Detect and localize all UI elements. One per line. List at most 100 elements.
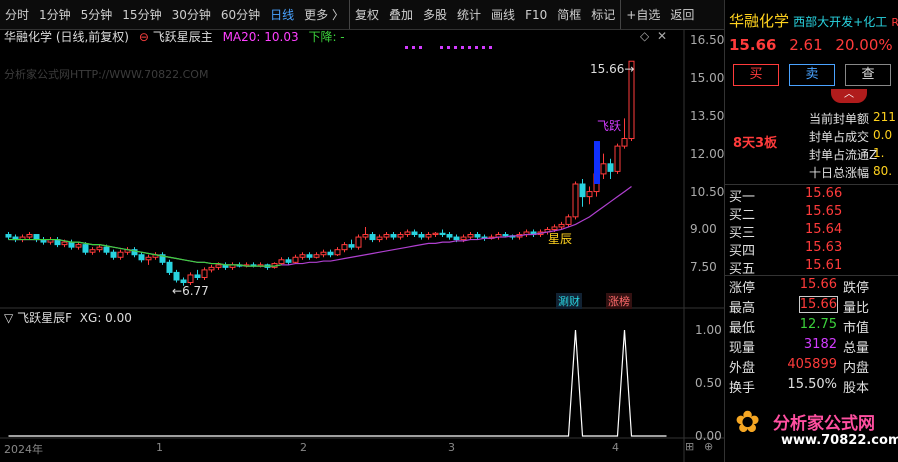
indicator-tick: 0.50 bbox=[695, 376, 722, 390]
toolbar-item-10[interactable]: 多股 bbox=[418, 0, 452, 29]
candle bbox=[565, 216, 572, 225]
toolbar-item-7[interactable]: 更多 〉 bbox=[299, 0, 349, 29]
kline-chart[interactable] bbox=[0, 30, 724, 462]
price-tick: 13.50 bbox=[690, 108, 725, 123]
stat-row: 最高 15.66 量比 bbox=[725, 296, 898, 316]
sell-button[interactable]: 卖 bbox=[789, 64, 835, 86]
stat-value: 3182 bbox=[803, 337, 837, 352]
chevron-down-icon[interactable]: ▽ bbox=[4, 311, 13, 325]
candle bbox=[390, 234, 397, 238]
candle bbox=[327, 251, 334, 256]
signal-dot bbox=[440, 46, 443, 49]
toolbar-item-8[interactable]: 复权 bbox=[348, 0, 384, 29]
candle bbox=[33, 234, 40, 241]
stat-value: 15.66 bbox=[799, 277, 837, 292]
stat-label-2: 内盘 bbox=[843, 361, 870, 376]
bid-row[interactable]: 买一 15.66 bbox=[725, 186, 898, 205]
bid-label: 买一 bbox=[729, 190, 756, 205]
toolbar-item-0[interactable]: 分时 bbox=[0, 0, 34, 29]
candle bbox=[68, 241, 75, 248]
seal-row: 当前封单额 211 bbox=[725, 110, 898, 129]
indicator-name[interactable]: 飞跃星辰主 bbox=[153, 30, 213, 44]
bid-label: 买四 bbox=[729, 244, 756, 259]
quote-line: 15.66 2.61 20.00% bbox=[729, 36, 898, 55]
toolbar-item-13[interactable]: F10 bbox=[520, 0, 552, 29]
sector-label[interactable]: 西部大开发+化工 bbox=[793, 15, 887, 29]
bid-row[interactable]: 买二 15.65 bbox=[725, 204, 898, 223]
candle bbox=[383, 234, 390, 238]
indicator-header: ▽ 飞跃星辰F XG: 0.00 bbox=[4, 309, 132, 326]
toolbar-item-15[interactable]: 标记 bbox=[586, 0, 620, 29]
bid-price: 15.66 bbox=[805, 186, 843, 201]
candle bbox=[460, 236, 467, 241]
stat-row: 最低 12.75 市值 bbox=[725, 317, 898, 336]
tag-left: 涮财 bbox=[556, 293, 582, 309]
toolbar-item-2[interactable]: 5分钟 bbox=[76, 0, 118, 29]
candle bbox=[278, 259, 285, 265]
close-icon[interactable]: ✕ bbox=[657, 29, 667, 43]
toolbar-item-16[interactable]: +自选 bbox=[620, 0, 665, 29]
signal-dot bbox=[482, 46, 485, 49]
period-toolbar: 分时 1分钟 5分钟 15分钟 30分钟 60分钟 日线 更多 〉复权 叠加 多股 统计 画线 F10 简… bbox=[0, 0, 724, 30]
stat-label: 外盘 bbox=[729, 361, 756, 376]
indicator-dropdown-icon[interactable]: ⊖ bbox=[139, 30, 149, 44]
stock-header: 华融化学 西部大开发+化工 R bbox=[729, 10, 898, 30]
stat-row: 换手 15.50% 股本 bbox=[725, 377, 898, 396]
candle bbox=[61, 241, 68, 246]
candle bbox=[110, 251, 117, 258]
toolbar-item-3[interactable]: 15分钟 bbox=[117, 0, 166, 29]
candle bbox=[432, 232, 439, 236]
seal-value: 211 bbox=[873, 110, 896, 124]
candle bbox=[306, 254, 313, 258]
bid-row[interactable]: 买四 15.63 bbox=[725, 240, 898, 259]
indicator-title[interactable]: 飞跃星辰F bbox=[17, 311, 72, 325]
stat-row: 涨停 15.66 跌停 bbox=[725, 277, 898, 296]
candle bbox=[600, 163, 607, 175]
toolbar-item-5[interactable]: 60分钟 bbox=[216, 0, 265, 29]
candle bbox=[572, 183, 579, 218]
stat-label-2: 量比 bbox=[843, 301, 870, 316]
bid-row[interactable]: 买三 15.64 bbox=[725, 222, 898, 241]
toolbar-item-1[interactable]: 1分钟 bbox=[34, 0, 76, 29]
current-price: 15.66 bbox=[729, 36, 777, 54]
brand-logo: ✿ 分析家公式网 www.70822.com bbox=[725, 395, 898, 462]
date-tick: 2024年 bbox=[4, 443, 43, 456]
toolbar-item-14[interactable]: 简框 bbox=[552, 0, 586, 29]
collapse-icon[interactable]: ︿ bbox=[831, 89, 867, 103]
toolbar-item-9[interactable]: 叠加 bbox=[384, 0, 418, 29]
date-tick: 1 bbox=[156, 441, 163, 454]
toolbar-item-17[interactable]: 返回 bbox=[665, 0, 699, 29]
candle bbox=[334, 249, 341, 256]
query-button[interactable]: 查 bbox=[845, 64, 891, 86]
price-change: 2.61 bbox=[789, 36, 823, 54]
stat-value: 405899 bbox=[787, 357, 837, 372]
candle bbox=[607, 163, 614, 172]
candle bbox=[411, 231, 418, 236]
bid-price: 15.65 bbox=[805, 204, 843, 219]
candle bbox=[215, 264, 222, 268]
candle bbox=[355, 236, 362, 248]
ma-early-segment bbox=[8, 238, 282, 267]
signal-dot bbox=[447, 46, 450, 49]
arrow-icon: ← bbox=[172, 284, 183, 298]
signal-dot bbox=[468, 46, 471, 49]
toolbar-item-6[interactable]: 日线 bbox=[265, 0, 299, 29]
signal-dot bbox=[454, 46, 457, 49]
r-badge: R bbox=[891, 16, 898, 29]
zoom-icon[interactable]: ⊕ bbox=[704, 440, 713, 453]
xg-signal-line bbox=[8, 329, 667, 437]
candle bbox=[369, 234, 376, 241]
toolbar-item-4[interactable]: 30分钟 bbox=[167, 0, 216, 29]
diamond-icon[interactable]: ◇ bbox=[640, 29, 649, 43]
flower-icon: ✿ bbox=[735, 405, 761, 440]
stat-row: 外盘 405899 内盘 bbox=[725, 357, 898, 376]
toolbar-item-11[interactable]: 统计 bbox=[452, 0, 486, 29]
stat-row: 现量 3182 总量 bbox=[725, 337, 898, 356]
candle bbox=[313, 254, 320, 258]
settings-icon[interactable]: ⊞ bbox=[685, 440, 694, 453]
star-label: 星辰 bbox=[548, 232, 573, 246]
buy-button[interactable]: 买 bbox=[733, 64, 779, 86]
toolbar-item-12[interactable]: 画线 bbox=[486, 0, 520, 29]
candle bbox=[292, 256, 299, 263]
signal-dot bbox=[412, 46, 415, 49]
